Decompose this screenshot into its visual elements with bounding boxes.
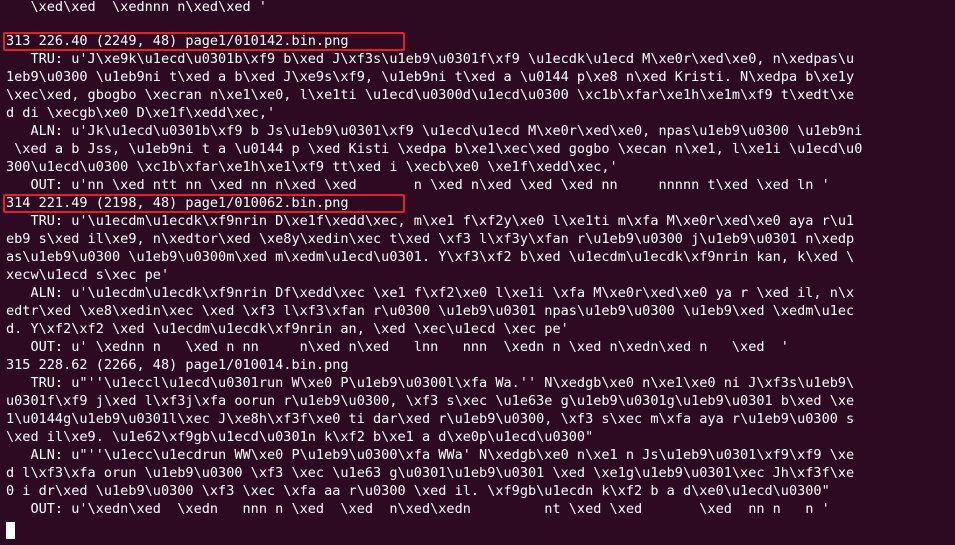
aln-line: 0 i dr\xed \u1eb9\u0300 \xf3 \xec \xfa a… <box>6 483 830 499</box>
tru-line: \xed il\xe9. \u1e62\xf9gb\u1ecd\u0301n k… <box>6 429 594 445</box>
tru-line: TRU: u"''\u1eccl\u1ecd\u0301run W\xe0 P\… <box>6 375 855 391</box>
out-line: OUT: u'nn \xed ntt nn \xed nn n\xed \xed… <box>6 177 830 193</box>
terminal-cursor <box>6 522 15 539</box>
tru-line: d di \xecgb\xe0 D\xe1f\xedd\xec,' <box>6 105 276 121</box>
aln-line: d l\xf3\xfa orun \u1eb9\u0300 \xf3 \xec … <box>6 465 855 481</box>
out-line: OUT: u'\xedn\xed \xedn nnn n \xed \xed n… <box>6 501 830 517</box>
aln-line: ALN: u'Jk\u1ecd\u0301b\xf9 b Js\u1eb9\u0… <box>6 123 863 139</box>
tru-line: as\u1eb9\u0300 \u1eb9\u0300m\xed m\xedm\… <box>6 249 855 265</box>
out-line: OUT: u' \xednn n \xed n nn n\xed n\xed l… <box>6 339 789 355</box>
tru-line: eb9 s\xed il\xe9, n\xedtor\xed \xe8y\xed… <box>6 231 855 247</box>
annotation-box-313 <box>3 32 405 51</box>
aln-line: edtr\xed \xe8\xedin\xec \xed \xf3 l\xf3\… <box>6 303 855 319</box>
aln-line: ALN: u"''\u1ecc\u1ecdrun WW\xe0 P\u1eb9\… <box>6 447 855 463</box>
aln-line: ALN: u'\u1ecdm\u1ecdk\xf9nrin Df\xedd\xe… <box>6 285 855 301</box>
record-header-315: 315 228.62 (2266, 48) page1/010014.bin.p… <box>6 357 349 373</box>
tru-line: TRU: u'J\xe9k\u1ecd\u0301b\xf9 b\xed J\x… <box>6 51 855 67</box>
tru-line: TRU: u'\u1ecdm\u1ecdk\xf9nrin D\xe1f\xed… <box>6 213 855 229</box>
tru-line: xecw\u1ecd s\xec pe' <box>6 267 170 283</box>
aln-line: 300\u1ecd\u0300 \xc1b\xfar\xe1h\xe1\xf9 … <box>6 159 618 175</box>
tru-line: u0301f\xf9 j\xed l\xf3j\xfa oorun r\u1eb… <box>6 393 855 409</box>
aln-line: d. Y\xf2\xf2 \xed \u1ecdm\u1ecdk\xf9nrin… <box>6 321 569 337</box>
tru-line: 1\u0144g\u1eb9\u0301l\xec J\xe8h\xf3f\xe… <box>6 411 855 427</box>
tru-line: 1eb9\u0300 \u1eb9ni t\xed a b\xed J\xe9s… <box>6 69 855 85</box>
terminal-window[interactable]: \xed\xed \xednnn n\xed\xed ' 313 226.40 … <box>0 0 955 545</box>
annotation-box-314 <box>3 194 405 213</box>
output-line: \xed\xed \xednnn n\xed\xed ' <box>6 0 267 15</box>
aln-line: \xed a b Jss, \u1eb9ni t a \u0144 p \xed… <box>6 141 863 157</box>
tru-line: \xec\xed, gbogbo \xecran n\xe1\xe0, l\xe… <box>6 87 855 103</box>
